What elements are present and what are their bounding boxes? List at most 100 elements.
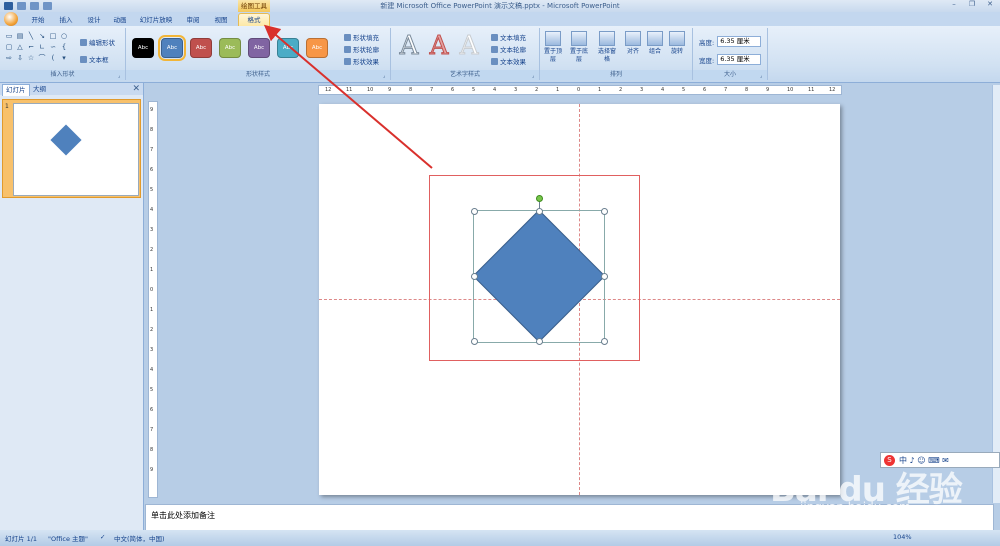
save-icon[interactable] — [4, 2, 13, 10]
shape-fill-button[interactable]: 形状填充 — [344, 32, 379, 42]
group-expand-icon[interactable]: ⌟ — [532, 73, 538, 79]
shapes-gallery[interactable]: ▭ ▤ ╲ ↘ □ ○ ▢ △ ⌐ ∟ ∽ { ⇨ ⇩ ☆ ⌒ ( ▾ — [4, 31, 68, 65]
elbow-icon[interactable]: ∟ — [37, 42, 47, 53]
wordart-style-3[interactable]: A — [455, 32, 483, 61]
ruler-tick-label: 1 — [150, 267, 154, 273]
rectangle-icon[interactable]: □ — [48, 31, 58, 42]
shape-outline-button[interactable]: 形状轮廓 — [344, 44, 379, 54]
shape-style-swatch[interactable]: Abc — [190, 38, 212, 58]
group-insert-shapes: ▭ ▤ ╲ ↘ □ ○ ▢ △ ⌐ ∟ ∽ { ⇨ ⇩ ☆ ⌒ ( ▾ 编辑形状… — [0, 28, 126, 80]
text-box-button[interactable]: 文本框 — [80, 54, 109, 64]
send-to-back-button[interactable]: 置于底层 — [568, 31, 590, 64]
resize-handle-e[interactable] — [601, 273, 608, 280]
vertical-scrollbar[interactable] — [992, 85, 1000, 503]
bring-to-front-button[interactable]: 置于顶层 — [542, 31, 564, 64]
triangle-icon[interactable]: △ — [15, 42, 25, 53]
ruler-tick-label: 10 — [787, 87, 794, 93]
line-icon[interactable]: ╲ — [26, 31, 36, 42]
text-effects-button[interactable]: 文本效果 — [491, 56, 526, 66]
resize-handle-se[interactable] — [601, 338, 608, 345]
shape-style-swatch[interactable]: Abc — [132, 38, 154, 58]
tab-review[interactable]: 审阅 — [183, 14, 203, 26]
resize-handle-ne[interactable] — [601, 208, 608, 215]
group-expand-icon[interactable]: ⌟ — [760, 73, 766, 79]
width-label: 宽度: — [699, 56, 715, 65]
group-size: 高度: 6.35 厘米 宽度: 6.35 厘米 大小 ⌟ — [693, 28, 768, 80]
bring-front-icon — [545, 31, 561, 46]
slide-canvas[interactable] — [319, 104, 840, 495]
rounded-rect-icon[interactable]: ▢ — [4, 42, 14, 53]
more-shapes-icon[interactable]: ▾ — [59, 53, 69, 64]
down-arrow-icon[interactable]: ⇩ — [15, 53, 25, 64]
slide-thumbnail[interactable] — [13, 103, 139, 196]
paint-bucket-icon — [344, 33, 351, 41]
tab-insert[interactable]: 插入 — [56, 14, 76, 26]
align-button[interactable]: 对齐 — [622, 31, 644, 56]
connector-icon[interactable]: ⌐ — [26, 42, 36, 53]
tab-design[interactable]: 设计 — [84, 14, 104, 26]
tab-slides[interactable]: 幻灯片 — [2, 84, 30, 96]
bracket-icon[interactable]: ( — [48, 53, 58, 64]
resize-handle-w[interactable] — [471, 273, 478, 280]
freeform-icon[interactable]: ⌒ — [37, 53, 47, 64]
resize-handle-n[interactable] — [536, 208, 543, 215]
notes-placeholder[interactable]: 单击此处添加备注 — [151, 510, 215, 521]
rotation-handle[interactable] — [536, 195, 543, 202]
close-button[interactable]: ✕ — [984, 0, 996, 9]
shape-style-swatch[interactable]: Abc — [158, 35, 186, 61]
maximize-button[interactable]: ❐ — [966, 0, 978, 9]
right-arrow-icon[interactable]: ⇨ — [4, 53, 14, 64]
height-input[interactable]: 6.35 厘米 — [717, 36, 762, 47]
tab-view[interactable]: 视图 — [211, 14, 231, 26]
width-input[interactable]: 6.35 厘米 — [717, 54, 762, 65]
office-button[interactable] — [1, 12, 21, 26]
group-button[interactable]: 组合 — [644, 31, 666, 56]
arrow-line-icon[interactable]: ↘ — [37, 31, 47, 42]
print-preview-icon[interactable] — [43, 2, 52, 10]
resize-handle-sw[interactable] — [471, 338, 478, 345]
vertical-ruler: 9 8 7 6 5 4 3 2 1 0 1 2 3 4 5 6 7 8 9 — [148, 101, 158, 498]
star-icon[interactable]: ☆ — [26, 53, 36, 64]
slide-indicator: 幻灯片 1/1 — [5, 535, 38, 543]
group-expand-icon[interactable]: ⌟ — [118, 73, 124, 79]
slide-thumbnail-item[interactable]: 1 — [2, 99, 141, 198]
ruler-tick-label: 2 — [150, 327, 154, 333]
edit-shape-button[interactable]: 编辑形状 — [80, 37, 115, 47]
tab-animations[interactable]: 动画 — [110, 14, 130, 26]
shape-style-swatch[interactable]: Abc — [306, 38, 328, 58]
oval-icon[interactable]: ○ — [59, 31, 69, 42]
undo-icon[interactable] — [17, 2, 26, 10]
group-label: 大小 — [693, 70, 767, 80]
ruler-tick-label: 6 — [150, 167, 154, 173]
wordart-style-2[interactable]: A — [425, 32, 453, 61]
text-fill-button[interactable]: 文本填充 — [491, 32, 526, 42]
group-expand-icon[interactable]: ⌟ — [383, 73, 389, 79]
wordart-style-1[interactable]: A — [395, 32, 423, 61]
ruler-tick-label: 12 — [829, 87, 836, 93]
ruler-tick-label: 9 — [150, 107, 154, 113]
minimize-button[interactable]: – — [948, 0, 960, 9]
rectangle-icon[interactable]: ▭ — [4, 31, 14, 42]
zoom-level[interactable]: 104% — [893, 533, 912, 541]
resize-handle-nw[interactable] — [471, 208, 478, 215]
selection-pane-button[interactable]: 选择窗格 — [596, 31, 618, 64]
curve-icon[interactable]: ∽ — [48, 42, 58, 53]
selection-pane-icon — [599, 31, 615, 46]
shape-style-swatch[interactable]: Abc — [219, 38, 241, 58]
rotate-button[interactable]: 旋转 — [666, 31, 688, 56]
shape-style-swatch[interactable]: Abc — [277, 38, 299, 58]
redo-icon[interactable] — [30, 2, 39, 10]
brace-icon[interactable]: { — [59, 42, 69, 53]
tab-home[interactable]: 开始 — [28, 14, 48, 26]
tab-outline[interactable]: 大纲 — [30, 84, 49, 95]
spellcheck-icon[interactable]: ✓ — [100, 533, 105, 541]
textbox-shape-icon[interactable]: ▤ — [15, 31, 25, 42]
shape-effects-button[interactable]: 形状效果 — [344, 56, 379, 66]
text-box-icon — [80, 55, 87, 63]
tab-format[interactable]: 格式 — [238, 13, 270, 26]
resize-handle-s[interactable] — [536, 338, 543, 345]
text-outline-button[interactable]: 文本轮廓 — [491, 44, 526, 54]
close-icon[interactable]: ✕ — [132, 83, 140, 95]
tab-slideshow[interactable]: 幻灯片放映 — [138, 14, 174, 26]
shape-style-swatch[interactable]: Abc — [248, 38, 270, 58]
